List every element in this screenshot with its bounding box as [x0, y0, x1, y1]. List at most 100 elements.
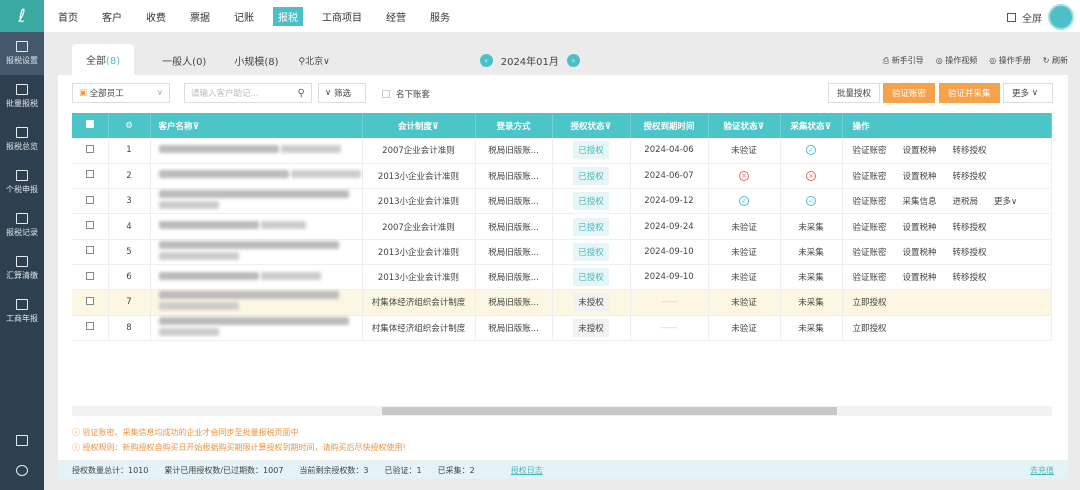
fullscreen-button[interactable]: 全屏 [1022, 10, 1042, 25]
guide-link[interactable]: ⎙ 新手引导 [883, 55, 924, 66]
row-action-link[interactable]: 设置税种 [903, 273, 937, 283]
auth-log-link[interactable]: 授权日志 [511, 465, 543, 476]
nav-item[interactable]: 经营 [374, 9, 418, 24]
table-row[interactable]: 2 2013小企业会计准则 税局旧版账... 已授权 2024-06-07 × … [72, 163, 1052, 190]
tab-general[interactable]: 一般人(0) [148, 45, 220, 76]
row-checkbox[interactable] [85, 195, 94, 204]
row-action-link[interactable]: 更多∨ [994, 197, 1017, 207]
row-checkbox[interactable] [85, 144, 94, 153]
sidebar-icon [16, 170, 28, 181]
row-checkbox[interactable] [85, 170, 94, 179]
row-action-link[interactable]: 设置税种 [903, 248, 937, 258]
fullscreen-icon[interactable] [1007, 12, 1016, 22]
manual-link[interactable]: ◎ 操作手册 [989, 55, 1031, 66]
avatar[interactable] [1048, 4, 1074, 30]
sidebar-item[interactable]: 工商年报 [0, 290, 44, 333]
video-link[interactable]: ◎ 操作视频 [936, 55, 978, 66]
row-checkbox[interactable] [85, 221, 94, 230]
customer-name-redacted[interactable] [150, 315, 363, 341]
nav-item[interactable]: 工商项目 [310, 9, 374, 24]
table-row[interactable]: 8 村集体经济组织会计制度 税局旧版账... 未授权 —— 未验证 未采集 立即… [72, 315, 1052, 341]
collect-status: 未采集 [780, 315, 843, 341]
verify-collect-button[interactable]: 验证并采集 [939, 83, 1000, 103]
next-period-button[interactable]: › [566, 53, 580, 67]
row-action-link[interactable]: 验证账密 [853, 248, 887, 258]
row-action-link[interactable]: 验证账密 [853, 146, 887, 156]
prev-period-button[interactable]: ‹ [479, 53, 493, 67]
filter-button[interactable]: ∨ 筛选 [318, 83, 366, 103]
table-row[interactable]: 4 2007企业会计准则 税局旧版账... 已授权 2024-09-24 未验证… [72, 213, 1052, 240]
nav-item[interactable]: 客户 [90, 9, 134, 24]
sidebar-item[interactable]: 个税申报 [0, 161, 44, 204]
row-action-link[interactable]: 验证账密 [853, 197, 887, 207]
col-standard[interactable]: 会计制度⊽ [362, 113, 476, 138]
col-verify[interactable]: 验证状态⊽ [708, 113, 781, 138]
tab-small-scale[interactable]: 小规模(8) [220, 45, 292, 76]
sidebar-item[interactable]: 汇算清缴 [0, 247, 44, 290]
search-icon[interactable]: ⚲ [298, 88, 305, 99]
row-action-link[interactable]: 转移授权 [953, 223, 987, 233]
customer-name-redacted[interactable] [150, 213, 363, 240]
more-button[interactable]: 更多 ∨ [1003, 83, 1053, 103]
my-accounts-checkbox[interactable]: 名下账套 [382, 88, 430, 100]
customer-name-redacted[interactable] [150, 138, 363, 164]
nav-item[interactable]: 票据 [178, 9, 222, 24]
row-action-link[interactable]: 转移授权 [953, 172, 987, 182]
batch-auth-button[interactable]: 批量授权 [828, 83, 881, 103]
customer-name-redacted[interactable] [150, 239, 363, 265]
sidebar-item[interactable]: 报税记录 [0, 204, 44, 247]
customer-name-redacted[interactable] [150, 163, 363, 190]
row-action-link[interactable]: 验证账密 [853, 273, 887, 283]
nav-item[interactable]: 记账 [222, 9, 266, 24]
row-action-link[interactable]: 转移授权 [953, 273, 987, 283]
horizontal-scrollbar[interactable] [72, 406, 1052, 416]
customer-name-redacted[interactable] [150, 264, 363, 291]
sidebar-item[interactable]: 批量报税 [0, 75, 44, 118]
nav-item[interactable]: 首页 [46, 9, 90, 24]
row-action-link[interactable]: 采集信息 [903, 197, 937, 207]
checkbox[interactable] [382, 90, 390, 98]
customer-name-redacted[interactable] [150, 289, 363, 316]
row-actions: 立即授权 [842, 289, 1052, 316]
verify-button[interactable]: 验证账密 [883, 83, 936, 103]
row-action-link[interactable]: 进税局 [953, 197, 979, 207]
row-action-link[interactable]: 验证账密 [853, 172, 887, 182]
select-all-checkbox[interactable] [72, 113, 109, 138]
sidebar-item[interactable]: 报税总览 [0, 118, 44, 161]
search-input[interactable]: 请输入客户助记... ⚲ [184, 83, 312, 103]
nav-item[interactable]: 报税 [273, 6, 303, 26]
staff-select[interactable]: ▣ 全部员工 ∨ [72, 83, 170, 103]
download-icon[interactable] [0, 435, 44, 449]
nav-item[interactable]: 服务 [418, 9, 462, 24]
customer-name-redacted[interactable] [150, 188, 363, 215]
row-action-link[interactable]: 设置税种 [903, 172, 937, 182]
col-name[interactable]: 客户名称⊽ [150, 113, 363, 138]
row-checkbox[interactable] [85, 246, 94, 255]
table-row[interactable]: 7 村集体经济组织会计制度 税局旧版账... 未授权 —— 未验证 未采集 立即… [72, 289, 1052, 316]
row-action-link[interactable]: 立即授权 [853, 324, 887, 334]
region-select[interactable]: ⚲北京∨ [299, 54, 330, 67]
table-row[interactable]: 6 2013小企业会计准则 税局旧版账... 已授权 2024-09-10 未验… [72, 264, 1052, 291]
recharge-link[interactable]: 去充值 [1030, 465, 1054, 476]
table-row[interactable]: 1 2007企业会计准则 税局旧版账... 已授权 2024-04-06 未验证… [72, 138, 1052, 164]
row-action-link[interactable]: 设置税种 [903, 223, 937, 233]
sidebar-item[interactable]: 报税设置 [0, 32, 44, 75]
tab-all[interactable]: 全部(8) [72, 43, 135, 77]
row-action-link[interactable]: 立即授权 [853, 298, 887, 308]
refresh-link[interactable]: ↻ 刷新 [1043, 55, 1068, 66]
col-collect[interactable]: 采集状态⊽ [780, 113, 843, 138]
row-action-link[interactable]: 转移授权 [953, 248, 987, 258]
row-action-link[interactable]: 转移授权 [953, 146, 987, 156]
row-checkbox[interactable] [85, 322, 94, 331]
col-auth[interactable]: 授权状态⊽ [552, 113, 631, 138]
nav-item[interactable]: 收费 [134, 9, 178, 24]
table-row[interactable]: 5 2013小企业会计准则 税局旧版账... 已授权 2024-09-10 未验… [72, 239, 1052, 265]
table-row[interactable]: 3 2013小企业会计准则 税局旧版账... 已授权 2024-09-12 ✓ … [72, 188, 1052, 215]
support-icon[interactable] [0, 465, 44, 479]
settings-icon[interactable]: ⚙ [108, 113, 151, 138]
row-checkbox[interactable] [85, 271, 94, 280]
row-action-link[interactable]: 验证账密 [853, 223, 887, 233]
row-action-link[interactable]: 设置税种 [903, 146, 937, 156]
scrollbar-thumb[interactable] [382, 407, 837, 415]
row-checkbox[interactable] [85, 296, 94, 305]
